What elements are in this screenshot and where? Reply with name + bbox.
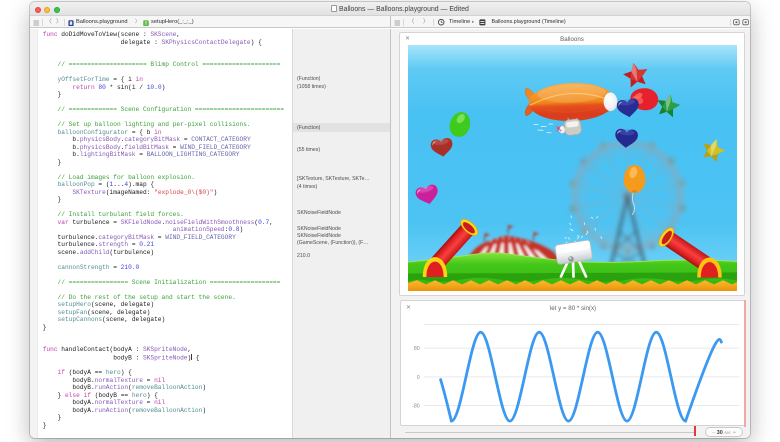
svg-text:80: 80 xyxy=(414,346,420,352)
svg-text:0: 0 xyxy=(417,375,420,381)
svg-text:-80: -80 xyxy=(412,403,420,409)
